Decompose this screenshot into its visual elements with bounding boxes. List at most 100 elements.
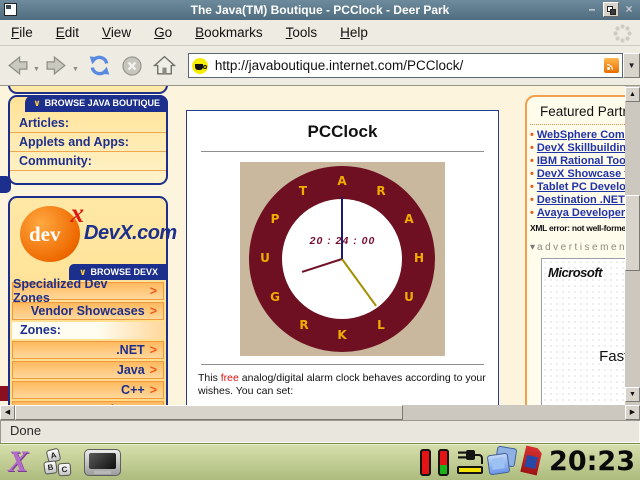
menu-item-bookmarks[interactable]: Bookmarks <box>195 25 263 40</box>
windows-icon[interactable] <box>488 447 520 477</box>
home-icon <box>152 53 177 78</box>
partner-link-text: DevX Showcase f <box>537 168 628 180</box>
sidebar-item-community[interactable]: Community: <box>10 152 166 171</box>
terminal-icon[interactable] <box>84 449 121 476</box>
bullet-icon: • <box>530 181 534 193</box>
clock-letter: P <box>270 212 280 226</box>
partner-link-avaya-developer[interactable]: •Avaya Developer <box>527 207 640 220</box>
sidebar-item-net[interactable]: .NET> <box>12 341 164 359</box>
minimize-button[interactable]: – <box>584 2 600 17</box>
left-edge-tab <box>0 176 11 193</box>
back-dropdown-caret[interactable]: ▼ <box>33 66 40 73</box>
stop-button[interactable] <box>120 54 144 78</box>
battery-icon[interactable] <box>420 449 431 476</box>
x11-icon[interactable]: X <box>8 445 28 479</box>
vertical-scrollbar[interactable]: ▲ ▼ <box>625 86 640 405</box>
divider <box>201 151 484 152</box>
reload-icon <box>87 53 112 78</box>
java-boutique-box: ∨BROWSE JAVA BOUTIQUE Articles:Applets a… <box>8 95 168 185</box>
zones-label: Zones: <box>12 322 164 339</box>
forward-button[interactable] <box>44 53 69 78</box>
scroll-down-button[interactable]: ▼ <box>625 387 640 402</box>
clock-letter: A <box>404 212 414 226</box>
description-text: This <box>198 372 221 384</box>
dotted-divider <box>530 124 639 125</box>
sd-card-icon[interactable] <box>520 445 543 475</box>
reload-button[interactable] <box>87 53 112 78</box>
pcclock-applet[interactable]: ARAHULKRGUPT 20 : 24 : 00 <box>240 162 445 356</box>
browser-viewport: ∨BROWSE JAVA BOUTIQUE Articles:Applets a… <box>0 86 640 405</box>
home-button[interactable] <box>152 53 177 78</box>
back-icon <box>5 53 30 78</box>
devx-ball-x: x <box>71 198 85 229</box>
power-bar-indicator <box>457 466 483 474</box>
url-input[interactable]: http://javaboutique.internet.com/PCClock… <box>215 58 604 73</box>
url-bar[interactable]: http://javaboutique.internet.com/PCClock… <box>188 53 623 78</box>
menu-item-file[interactable]: File <box>11 25 33 40</box>
partner-link-devx-skillbuilding[interactable]: •DevX Skillbuilding <box>527 142 640 155</box>
window-icon <box>4 3 17 16</box>
url-dropdown-button[interactable]: ▼ <box>623 53 640 78</box>
bullet-icon: • <box>530 194 534 206</box>
advertisement-label: ▾advertisement <box>527 233 640 258</box>
horizontal-scrollbar[interactable]: ◀ ▶ <box>0 405 640 420</box>
bullet-icon: • <box>530 129 534 141</box>
sidebar-item-articles[interactable]: Articles: <box>10 114 166 133</box>
partner-link-tablet-pc-develop[interactable]: •Tablet PC Develop <box>527 181 640 194</box>
scroll-up-button[interactable]: ▲ <box>625 87 640 102</box>
devx-logo[interactable]: dev x DevX.com <box>16 204 160 266</box>
back-button[interactable] <box>5 53 30 78</box>
maximize-button[interactable] <box>603 2 619 17</box>
description-text: analog/digital alarm clock behaves accor… <box>198 372 486 397</box>
vertical-scroll-thumb[interactable] <box>625 195 640 271</box>
sidebar-item-java[interactable]: Java> <box>12 361 164 379</box>
sidebar-item-vendor-showcases[interactable]: Vendor Showcases> <box>12 302 164 320</box>
browse-java-boutique-tab[interactable]: ∨BROWSE JAVA BOUTIQUE <box>25 95 168 112</box>
menu-item-go[interactable]: Go <box>154 25 172 40</box>
rss-icon[interactable] <box>604 58 619 73</box>
keyboard-icon[interactable]: ABC <box>44 449 78 477</box>
bullet-icon: • <box>530 207 534 219</box>
partner-link-websphere-comm[interactable]: •WebSphere Comm <box>527 129 640 142</box>
sidebar-item-applets-and-apps[interactable]: Applets and Apps: <box>10 133 166 152</box>
menu-item-help[interactable]: Help <box>340 25 368 40</box>
menu-item-view[interactable]: View <box>102 25 131 40</box>
sidebar-item-c[interactable]: C++> <box>12 381 164 399</box>
status-text: Done <box>0 420 640 438</box>
devx-rows: Specialized Dev Zones> Vendor Showcases> Z… <box>12 282 164 405</box>
close-button[interactable]: × <box>621 2 637 17</box>
applet-description: This free analog/digital alarm clock beh… <box>187 372 498 398</box>
scroll-right-button[interactable]: ▶ <box>625 405 640 420</box>
featured-partners-links: •WebSphere Comm•DevX Skillbuilding•IBM R… <box>527 129 640 220</box>
devx-ball-text: dev <box>29 222 61 247</box>
caret-down-icon: ▾ <box>530 242 535 253</box>
partner-link-ibm-rational-tools[interactable]: •IBM Rational Tools <box>527 155 640 168</box>
bullet-icon: • <box>530 155 534 167</box>
browse-devx-label: BROWSE DEVX <box>90 267 158 277</box>
clock-letter: H <box>414 251 424 265</box>
partner-link-text: WebSphere Comm <box>537 129 635 141</box>
navigation-toolbar: ▼ ▼ <box>0 46 640 86</box>
battery-charge-icon[interactable] <box>438 449 449 476</box>
clock-letter: U <box>404 290 414 304</box>
sidebar-item-specialized-dev-zones[interactable]: Specialized Dev Zones> <box>12 282 164 300</box>
chevron-right-icon: > <box>150 363 157 377</box>
page-content: PCClock ARAHULKRGUPT 20 : 24 : 00 This f… <box>186 110 499 405</box>
advertisement-text: advertisement <box>537 242 632 253</box>
chevron-right-icon: > <box>150 343 157 357</box>
menu-items: File Edit View Go Bookmarks Tools Help <box>11 25 368 40</box>
power-plug-icon[interactable] <box>456 447 484 465</box>
devx-ball-icon: dev x <box>20 206 80 262</box>
forward-dropdown-caret[interactable]: ▼ <box>72 66 79 73</box>
clock-second-hand <box>341 197 343 259</box>
partner-link-destination-net[interactable]: •Destination .NET <box>527 194 640 207</box>
partner-link-text: Tablet PC Develop <box>537 181 633 193</box>
chevron-right-icon: > <box>150 284 157 298</box>
partner-link-devx-showcase-f[interactable]: •DevX Showcase f <box>527 168 640 181</box>
bullet-icon: • <box>530 142 534 154</box>
horizontal-scroll-thumb[interactable] <box>15 405 403 420</box>
menu-item-tools[interactable]: Tools <box>286 25 318 40</box>
menu-item-edit[interactable]: Edit <box>56 25 79 40</box>
scroll-left-button[interactable]: ◀ <box>0 405 15 420</box>
site-favicon-icon <box>192 58 208 74</box>
